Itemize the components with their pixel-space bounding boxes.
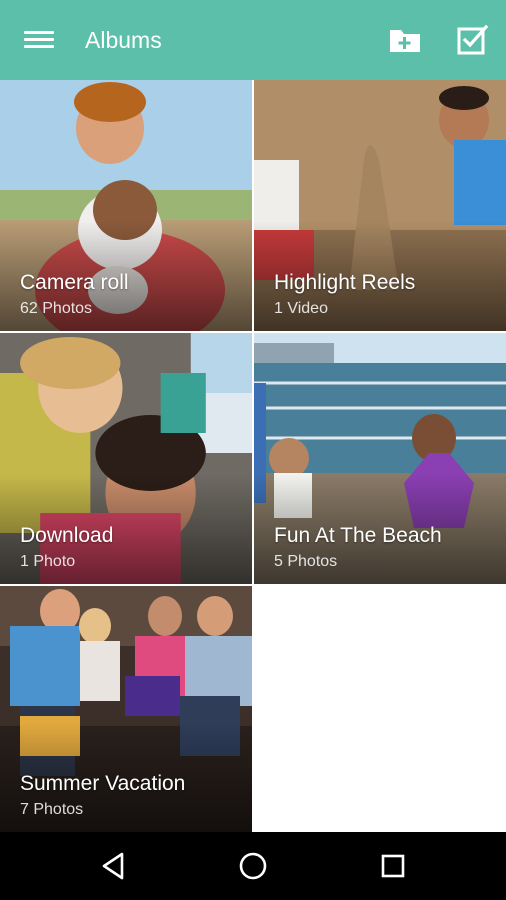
album-count: 5 Photos [274,553,338,570]
folder-add-icon [390,30,420,52]
menu-icon-bar [24,31,54,34]
recents-square-icon [381,854,405,878]
select-button[interactable] [455,22,489,56]
new-album-button[interactable] [388,24,422,56]
app-bar: Albums [0,0,506,80]
album-count: 1 Video [274,300,328,317]
album-tile-highlight-reels[interactable]: Highlight Reels 1 Video [254,80,506,331]
home-button[interactable] [235,848,271,884]
album-name: Summer Vacation [20,772,186,795]
system-nav-bar [0,832,506,900]
album-name: Highlight Reels [274,271,416,294]
album-count: 1 Photo [20,553,76,570]
album-name: Camera roll [20,271,129,294]
album-tile-fun-at-the-beach[interactable]: Fun At The Beach 5 Photos [254,333,506,584]
recents-button[interactable] [375,848,411,884]
album-count: 62 Photos [20,300,93,317]
menu-icon-bar [24,38,54,41]
checkbox-select-icon [457,24,489,55]
album-count: 7 Photos [20,801,84,818]
back-button[interactable] [96,848,132,884]
menu-icon-bar [24,45,54,48]
album-grid: Camera roll 62 Photos Highlight Reels 1 … [0,80,506,832]
album-tile-camera-roll[interactable]: Camera roll 62 Photos [0,80,252,331]
home-circle-icon [239,852,267,880]
page-title: Albums [85,27,162,53]
album-tile-download[interactable]: Download 1 Photo [0,333,252,584]
back-triangle-icon [102,852,124,880]
menu-button[interactable] [24,28,54,52]
album-name: Download [20,524,114,547]
album-name: Fun At The Beach [274,524,442,547]
album-tile-summer-vacation[interactable]: Summer Vacation 7 Photos [0,586,252,832]
